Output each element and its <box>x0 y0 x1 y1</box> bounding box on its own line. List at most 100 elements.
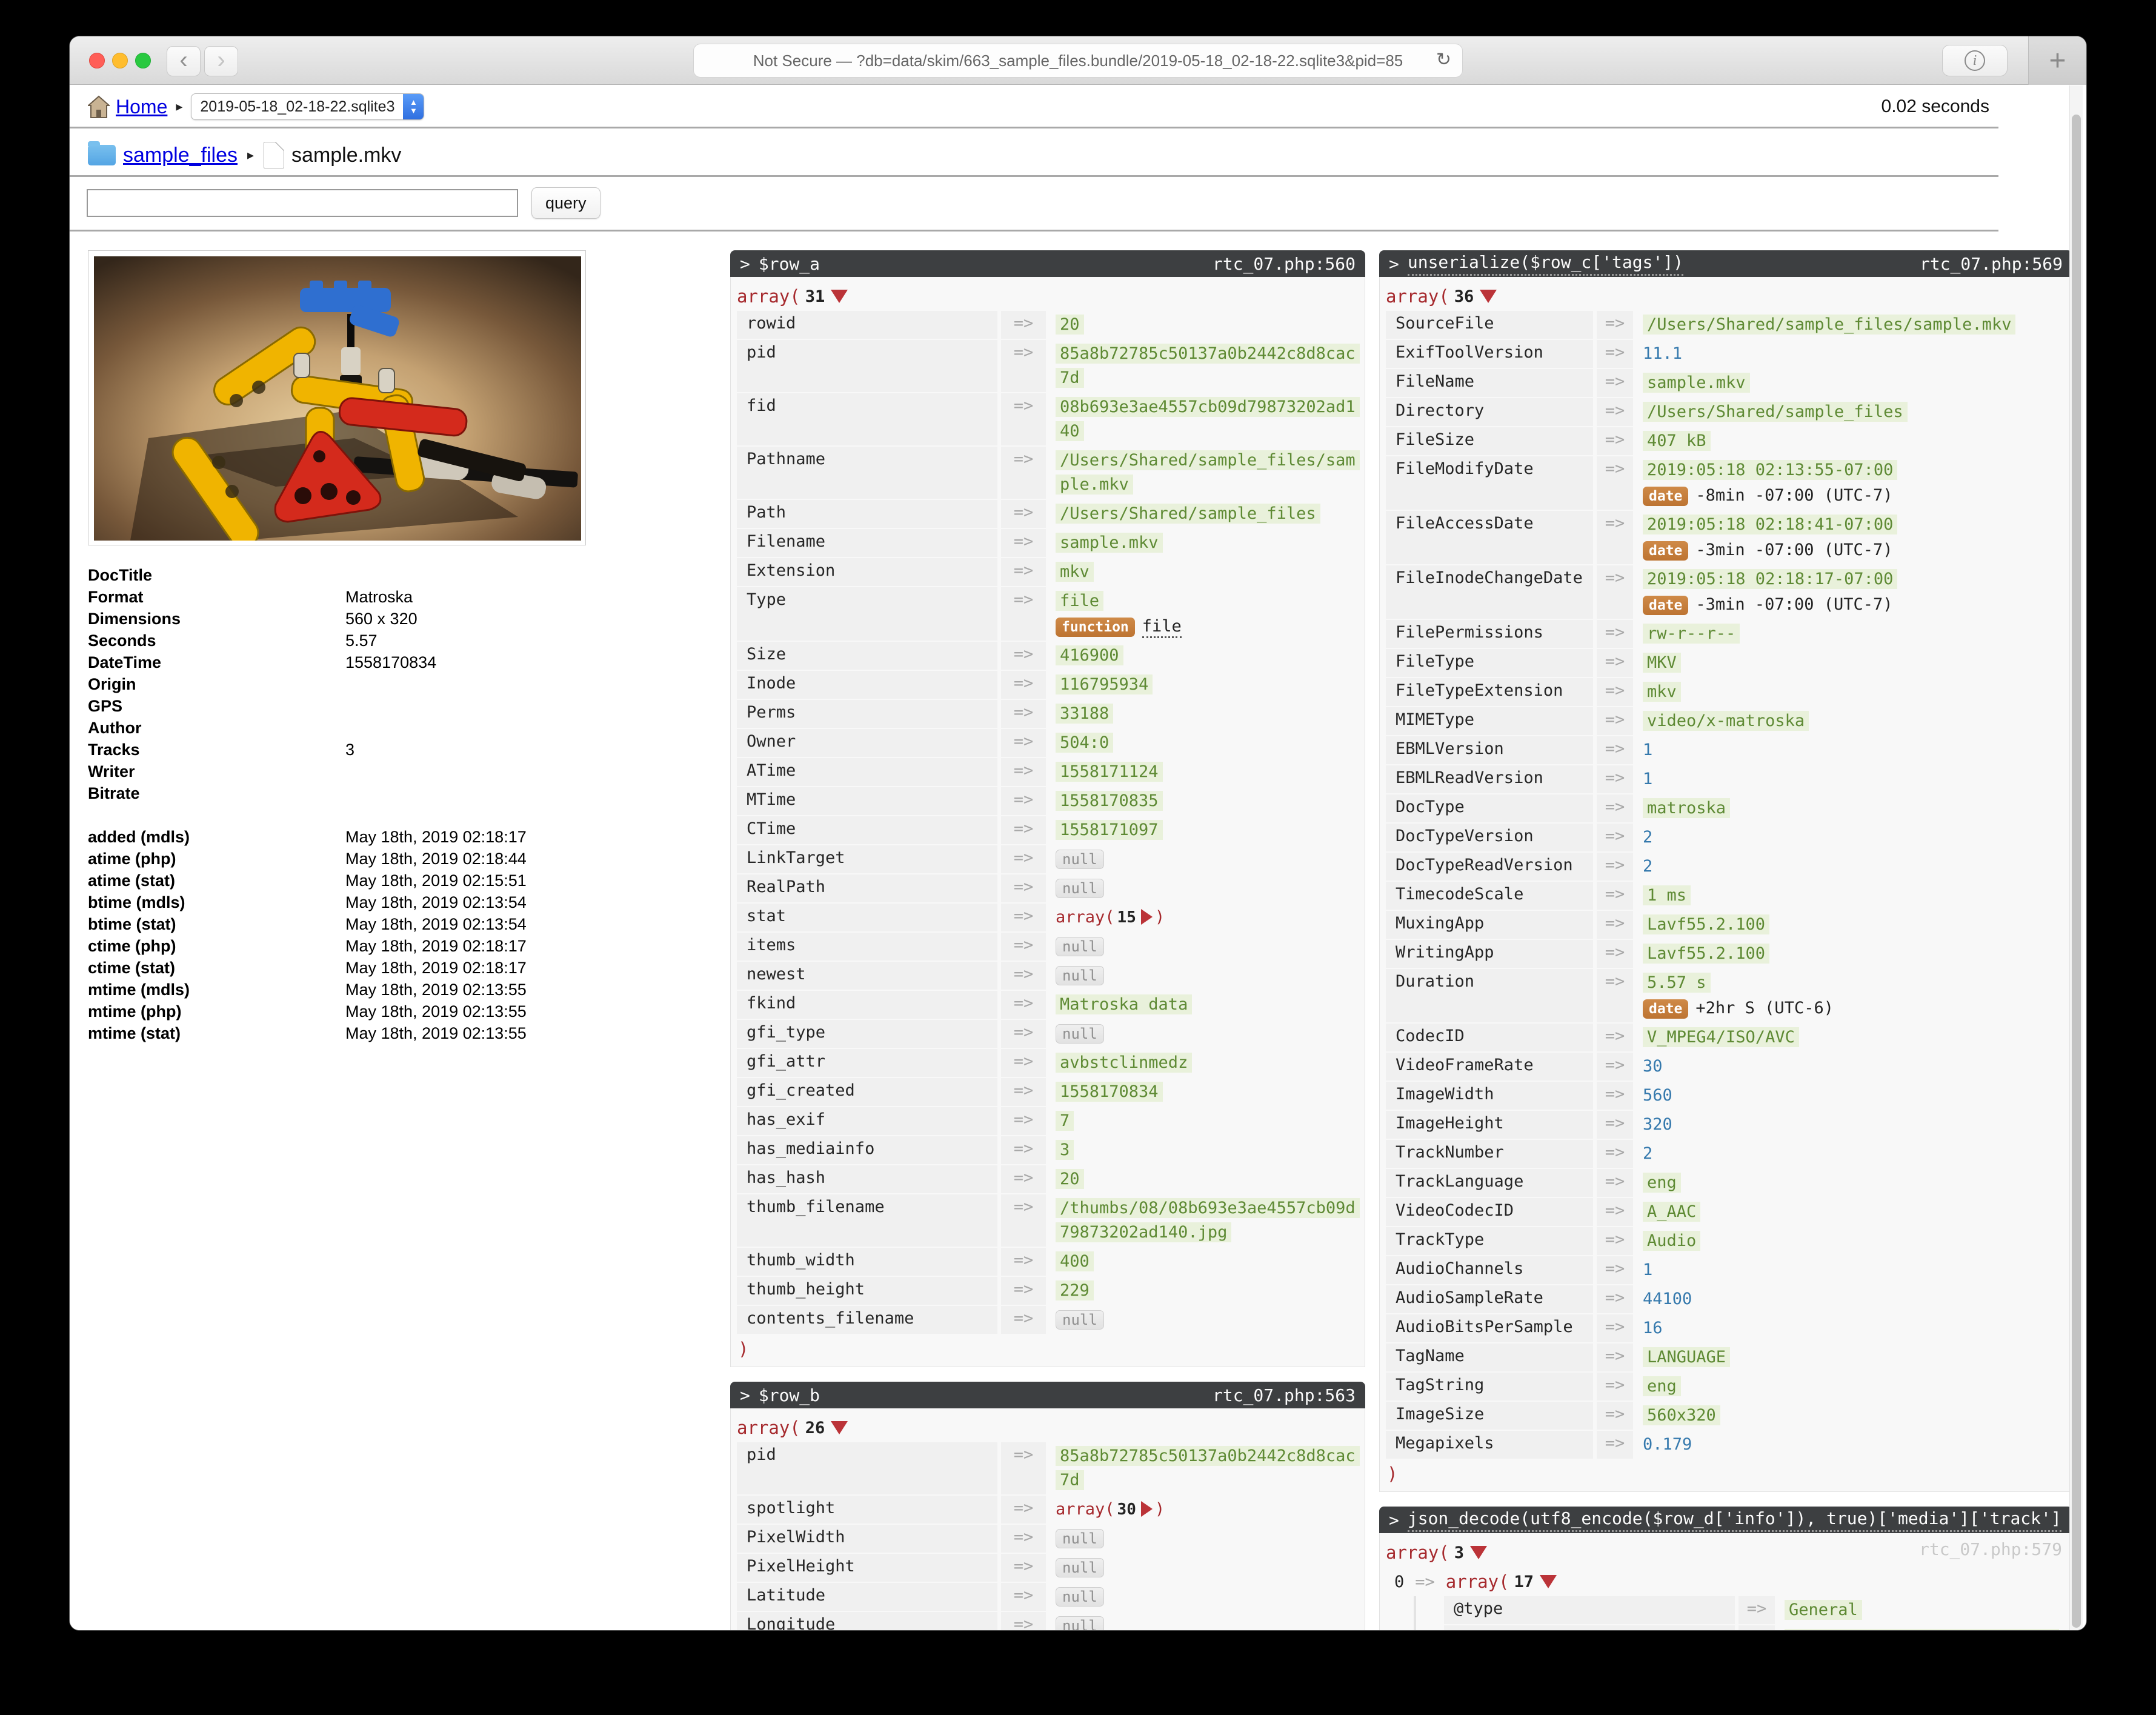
nested-array-toggle[interactable]: array(17 <box>1446 1567 1557 1596</box>
arrow-label: => <box>1597 678 1633 706</box>
kint-key: FileInodeChangeDate <box>1386 565 1593 619</box>
kint-value: 560x320 <box>1633 1402 2066 1430</box>
kint-key: DocTypeReadVersion <box>1386 853 1593 881</box>
kint-row: ImageSize=>560x320 <box>1386 1402 2066 1430</box>
meta-row: Dimensions560 x 320 <box>88 610 600 631</box>
minimize-window-button[interactable] <box>112 53 128 68</box>
kint-key: newest <box>737 962 997 990</box>
new-tab-button[interactable]: + <box>2028 36 2086 85</box>
nested-rows: @type=>GeneralUniqueID=>1072933943690644… <box>1414 1596 2066 1630</box>
meta-value: 3 <box>345 741 354 759</box>
expand-icon[interactable] <box>1141 1501 1153 1517</box>
kint-key: CodecID <box>1386 1024 1593 1051</box>
forward-button[interactable]: › <box>204 46 238 76</box>
array-close-line: ) <box>737 1335 1359 1359</box>
kint-row: fid=>08b693e3ae4557cb09d79873202ad140 <box>737 393 1359 445</box>
address-bar[interactable]: Not Secure — ?db=data/skim/663_sample_fi… <box>693 44 1463 78</box>
arrow-label: => <box>1597 456 1633 510</box>
back-button[interactable]: ‹ <box>167 46 201 76</box>
value-string: /Users/Shared/sample_files <box>1056 504 1320 524</box>
value-string: 20 <box>1056 315 1084 335</box>
meta-label: btime (mdls) <box>88 893 345 912</box>
kint-row: DocTypeVersion=>2 <box>1386 824 2066 851</box>
meta-row: mtime (mdls)May 18th, 2019 02:13:55 <box>88 981 600 1002</box>
value-string: 1 ms <box>1643 885 1691 905</box>
value-string: 560x320 <box>1643 1405 1720 1425</box>
arrow-label: => <box>1001 340 1046 392</box>
meta-row: GPS <box>88 697 600 719</box>
info-button[interactable]: i <box>1942 45 2008 76</box>
kint-key: Owner <box>737 729 997 757</box>
meta-label: Origin <box>88 675 345 694</box>
kint-key: fid <box>737 393 997 445</box>
db-select[interactable]: 2019-05-18_02-18-22.sqlite3 ▲▼ <box>191 93 424 120</box>
expand-icon[interactable] <box>1141 909 1153 925</box>
array-count: 31 <box>805 287 825 306</box>
arrow-label: => <box>1001 1194 1046 1247</box>
date-text: +2hr S (UTC-6) <box>1695 999 1834 1017</box>
kint-row: rowid=>20 <box>737 311 1359 339</box>
kint-value: Audio <box>1633 1227 2066 1255</box>
kint-value: eng <box>1633 1169 2066 1197</box>
kint-value: null <box>1046 933 1359 961</box>
array-toggle[interactable]: array(15) <box>1056 908 1165 927</box>
scrollbar[interactable] <box>2069 85 2083 1630</box>
value-string: avbstclinmedz <box>1056 1053 1192 1073</box>
kint-key: Pathname <box>737 447 997 499</box>
file-breadcrumb: sample_files ▸ sample.mkv <box>88 140 401 170</box>
collapse-icon[interactable] <box>1480 290 1497 303</box>
array-open-label: array( <box>1386 1542 1449 1563</box>
meta-label: mtime (mdls) <box>88 981 345 999</box>
reload-icon[interactable]: ↻ <box>1436 49 1451 70</box>
panel-fileref: rtc_07.php:579 <box>1919 1539 2062 1559</box>
kint-value: 2 <box>1633 1140 2066 1168</box>
kint-value: null <box>1046 1612 1359 1630</box>
kint-row: thumb_width=>400 <box>737 1248 1359 1276</box>
kint-key: VideoFrameRate <box>1386 1053 1593 1081</box>
collapse-icon[interactable] <box>1540 1575 1557 1588</box>
value-string: 407 kB <box>1643 431 1711 451</box>
arrow-label: => <box>1597 1053 1633 1081</box>
kint-row: TagString=>eng <box>1386 1373 2066 1400</box>
arrow-label: => <box>1001 933 1046 961</box>
meta-value: May 18th, 2019 02:18:44 <box>345 850 527 868</box>
document-icon <box>264 142 284 168</box>
meta-value: May 18th, 2019 02:18:17 <box>345 828 527 847</box>
arrow-label: => <box>1001 1020 1046 1048</box>
array-close-label: ) <box>1155 1500 1165 1519</box>
kint-row: MTime=>1558170835 <box>737 787 1359 815</box>
kint-value: 0.179 <box>1633 1431 2066 1459</box>
close-window-button[interactable] <box>89 53 105 68</box>
scrollbar-thumb[interactable] <box>2072 115 2081 1628</box>
meta-row: FormatMatroska <box>88 588 600 610</box>
query-input[interactable] <box>87 189 518 217</box>
kint-row: AudioBitsPerSample=>16 <box>1386 1314 2066 1342</box>
collapse-icon[interactable] <box>831 290 848 303</box>
panel-header[interactable]: >$row_brtc_07.php:563 <box>730 1382 1365 1408</box>
value-string: 2019:05:18 02:13:55-07:00 <box>1643 460 1897 480</box>
query-button[interactable]: query <box>531 187 601 219</box>
kint-value: null <box>1046 1306 1359 1334</box>
collapse-icon[interactable] <box>831 1421 848 1434</box>
collapse-icon[interactable] <box>1470 1546 1487 1559</box>
panel-header[interactable]: >$row_artc_07.php:560 <box>730 250 1365 277</box>
zoom-window-button[interactable] <box>135 53 151 68</box>
kint-key: stat <box>737 904 997 931</box>
kint-row: DocTypeReadVersion=>2 <box>1386 853 2066 881</box>
kint-value: 30 <box>1633 1053 2066 1081</box>
folder-link[interactable]: sample_files <box>123 144 238 167</box>
panel-header[interactable]: >unserialize($row_c['tags'])rtc_07.php:5… <box>1379 250 2072 277</box>
meta-value: May 18th, 2019 02:13:55 <box>345 1024 527 1043</box>
kint-value: 2019:05:18 02:18:17-07:00date-3min -07:0… <box>1633 565 2066 619</box>
home-link[interactable]: Home <box>116 96 167 118</box>
array-root-toggle[interactable]: array(26 <box>737 1413 1359 1442</box>
kint-value: null <box>1046 874 1359 902</box>
value-string: V_MPEG4/ISO/AVC <box>1643 1027 1799 1047</box>
array-root-toggle[interactable]: array(36 <box>1386 282 2066 311</box>
kint-row: Perms=>33188 <box>737 700 1359 728</box>
thumbnail-frame[interactable] <box>88 250 586 545</box>
array-root-toggle[interactable]: array(31 <box>737 282 1359 311</box>
array-toggle[interactable]: array(30) <box>1056 1500 1165 1519</box>
panel-header[interactable]: >json_decode(utf8_encode($row_d['info'])… <box>1379 1507 2072 1533</box>
meta-row: Origin <box>88 675 600 697</box>
